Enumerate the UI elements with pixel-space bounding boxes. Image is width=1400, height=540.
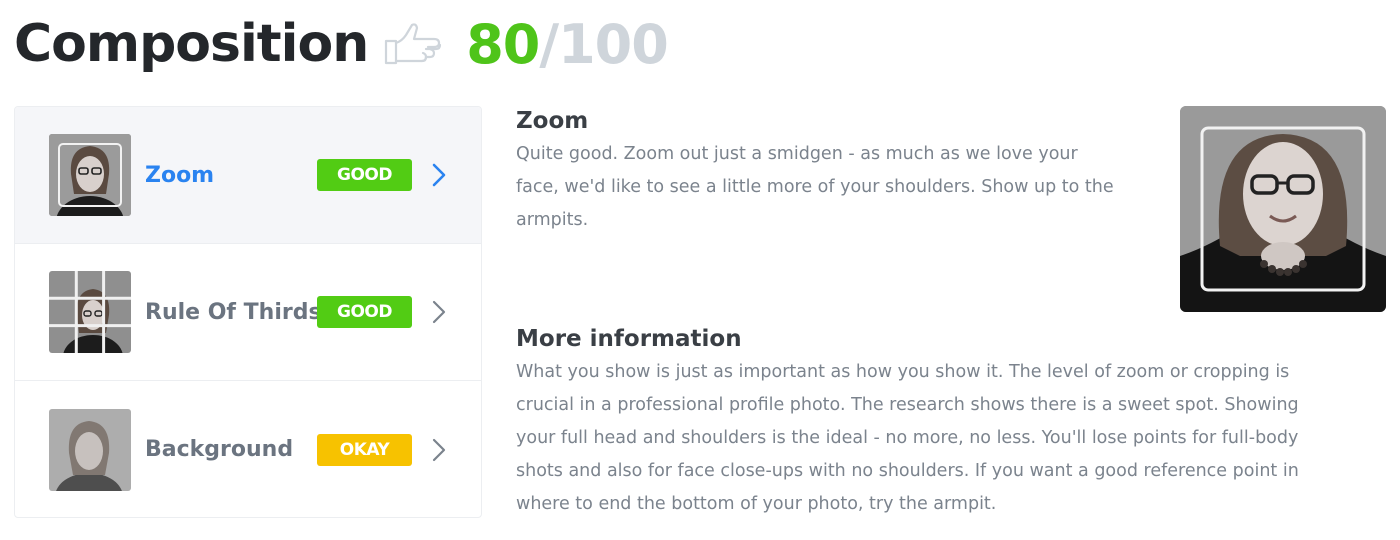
score-value: 80 bbox=[466, 12, 540, 76]
chevron-right-icon bbox=[429, 297, 449, 327]
score-max: 100 bbox=[558, 12, 669, 76]
detail-line: face, we'd like to see a little more of … bbox=[516, 177, 1114, 197]
profile-photo bbox=[1180, 106, 1386, 312]
criteria-label: Rule Of Thirds bbox=[145, 299, 322, 325]
criteria-label: Zoom bbox=[145, 162, 215, 188]
more-information-section: More information What you show is just a… bbox=[516, 326, 1368, 521]
more-information-line: your full head and shoulders is the idea… bbox=[516, 428, 1299, 448]
more-information-title: More information bbox=[516, 326, 742, 352]
more-information-line: crucial in a professional profile photo.… bbox=[516, 395, 1299, 415]
chevron-right-icon bbox=[429, 160, 449, 190]
background-thumbnail bbox=[49, 408, 131, 491]
status-badge: OKAY bbox=[317, 433, 412, 466]
criteria-item-zoom[interactable]: Zoom GOOD bbox=[15, 107, 481, 244]
criteria-item-background[interactable]: Background OKAY bbox=[15, 381, 481, 517]
detail-title: Zoom bbox=[516, 108, 589, 134]
detail-section: Zoom Quite good. Zoom out just a smidgen… bbox=[516, 108, 1166, 237]
status-badge: GOOD bbox=[317, 296, 412, 328]
more-information-line: What you show is just as important as ho… bbox=[516, 362, 1290, 382]
more-information-line: where to end the bottom of your photo, t… bbox=[516, 494, 997, 514]
hand-pointing-icon bbox=[382, 19, 452, 69]
rule-of-thirds-thumbnail bbox=[49, 271, 131, 353]
criteria-list: Zoom GOOD Rule Of Thirds GOOD Background… bbox=[14, 106, 482, 518]
criteria-item-rule-of-thirds[interactable]: Rule Of Thirds GOOD bbox=[15, 244, 481, 381]
detail-line: armpits. bbox=[516, 210, 589, 230]
detail-line: Quite good. Zoom out just a smidgen - as… bbox=[516, 144, 1078, 164]
detail-text: Quite good. Zoom out just a smidgen - as… bbox=[516, 138, 1166, 237]
criteria-label: Background bbox=[145, 437, 294, 462]
page-header: Composition 80/100 bbox=[14, 8, 669, 80]
chevron-right-icon bbox=[429, 435, 449, 465]
page-title: Composition bbox=[14, 14, 369, 74]
score: 80/100 bbox=[466, 12, 669, 76]
zoom-thumbnail bbox=[49, 134, 131, 216]
status-badge: GOOD bbox=[317, 159, 412, 191]
more-information-line: shots and also for face close-ups with n… bbox=[516, 461, 1299, 481]
more-information-text: What you show is just as important as ho… bbox=[516, 356, 1368, 521]
score-separator: / bbox=[539, 12, 559, 76]
